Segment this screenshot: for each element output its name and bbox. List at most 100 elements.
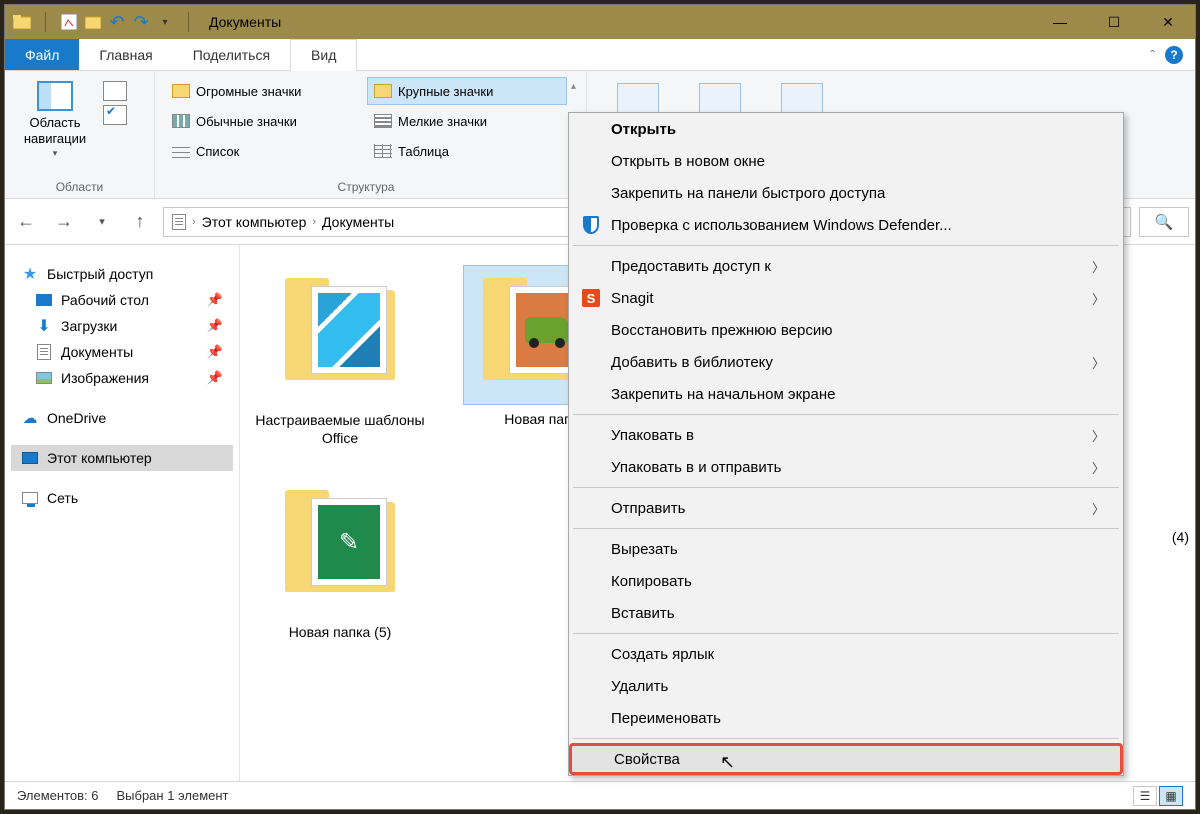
- separator: [573, 414, 1119, 415]
- ctx-snagit[interactable]: SSnagit〉: [569, 282, 1123, 314]
- desktop-icon: [36, 294, 52, 306]
- ctx-delete[interactable]: Удалить: [569, 670, 1123, 702]
- ctx-open[interactable]: Открыть: [569, 113, 1123, 145]
- ribbon-group-layout: Огромные значки Крупные значки Обычные з…: [155, 71, 587, 198]
- separator: [573, 528, 1119, 529]
- back-button[interactable]: ←: [11, 207, 41, 237]
- layout-label: Огромные значки: [196, 84, 301, 99]
- ctx-label: Проверка с использованием Windows Defend…: [611, 217, 952, 234]
- ctx-pack-send[interactable]: Упаковать в и отправить〉: [569, 451, 1123, 483]
- qat-dropdown-icon[interactable]: ▾: [156, 13, 174, 31]
- undo-icon[interactable]: ↶: [108, 13, 126, 31]
- separator: [573, 487, 1119, 488]
- sidebar-label: Рабочий стол: [61, 292, 149, 308]
- view-toggle: ☰ ▦: [1133, 786, 1183, 806]
- help-icon[interactable]: ?: [1165, 46, 1183, 64]
- folder-new-5[interactable]: ✎ Новая папка (5): [250, 477, 430, 641]
- sidebar-documents[interactable]: Документы📌: [11, 339, 233, 365]
- pin-icon: 📌: [207, 292, 223, 308]
- layout-list[interactable]: Список: [165, 137, 365, 165]
- view-details-button[interactable]: ☰: [1133, 786, 1157, 806]
- ctx-label: Отправить: [611, 500, 685, 517]
- navigation-pane-button[interactable]: Область навигации ▾: [15, 77, 95, 159]
- close-button[interactable]: ✕: [1141, 5, 1195, 39]
- chevron-right-icon: 〉: [1092, 426, 1105, 445]
- sidebar-label: Документы: [61, 344, 133, 360]
- preview-pane-icon[interactable]: [103, 81, 127, 101]
- layout-large-icons[interactable]: Крупные значки: [367, 77, 567, 105]
- folder-office-templates[interactable]: Настраиваемые шаблоны Office: [250, 265, 430, 447]
- ctx-rename[interactable]: Переименовать: [569, 702, 1123, 734]
- forward-button[interactable]: →: [49, 207, 79, 237]
- tab-share[interactable]: Поделиться: [173, 39, 290, 70]
- layout-medium-icons[interactable]: Обычные значки: [165, 107, 365, 135]
- ctx-pin-start[interactable]: Закрепить на начальном экране: [569, 378, 1123, 410]
- layout-label: Мелкие значки: [398, 114, 487, 129]
- ctx-label: Snagit: [611, 290, 654, 307]
- group-label-panes: Области: [15, 176, 144, 194]
- chevron-icon[interactable]: ›: [312, 216, 316, 228]
- ctx-send[interactable]: Отправить 〉: [569, 492, 1123, 524]
- chevron-right-icon: 〉: [1092, 353, 1105, 372]
- sidebar-downloads[interactable]: ⬇Загрузки📌: [11, 313, 233, 339]
- layout-huge-icons[interactable]: Огромные значки: [165, 77, 365, 105]
- sidebar-thispc[interactable]: Этот компьютер: [11, 445, 233, 471]
- sidebar-pictures[interactable]: Изображения📌: [11, 365, 233, 391]
- ctx-properties[interactable]: Свойства ↖: [569, 743, 1123, 775]
- group-label-layout: Структура: [165, 176, 567, 194]
- view-icons-button[interactable]: ▦: [1159, 786, 1183, 806]
- redo-icon[interactable]: ↷: [132, 13, 150, 31]
- collapse-ribbon-icon[interactable]: ˆ: [1150, 47, 1155, 63]
- ctx-copy[interactable]: Копировать: [569, 565, 1123, 597]
- ctx-label: Свойства: [614, 751, 680, 768]
- ctx-create-shortcut[interactable]: Создать ярлык: [569, 638, 1123, 670]
- separator: [573, 633, 1119, 634]
- ctx-label: Закрепить на панели быстрого доступа: [611, 185, 885, 202]
- snagit-icon: S: [581, 288, 601, 308]
- ctx-add-library[interactable]: Добавить в библиотеку〉: [569, 346, 1123, 378]
- chevron-icon[interactable]: ›: [192, 216, 196, 228]
- sidebar-quick-access[interactable]: ★Быстрый доступ: [11, 261, 233, 287]
- ctx-restore-version[interactable]: Восстановить прежнюю версию: [569, 314, 1123, 346]
- ctx-pack[interactable]: Упаковать в〉: [569, 419, 1123, 451]
- ctx-label: Предоставить доступ к: [611, 258, 771, 275]
- medium-icons-icon: [172, 114, 190, 128]
- tab-home[interactable]: Главная: [79, 39, 172, 70]
- ctx-paste[interactable]: Вставить: [569, 597, 1123, 629]
- crumb-documents[interactable]: Документы: [322, 214, 394, 230]
- ctx-label: Вставить: [611, 605, 675, 622]
- sidebar-network[interactable]: Сеть: [11, 485, 233, 511]
- ctx-cut[interactable]: Вырезать: [569, 533, 1123, 565]
- tab-view[interactable]: Вид: [290, 39, 357, 71]
- minimize-button[interactable]: —: [1033, 5, 1087, 39]
- properties-icon[interactable]: [60, 13, 78, 31]
- ribbon-tabs: Файл Главная Поделиться Вид ˆ ?: [5, 39, 1195, 71]
- folder-icon: [285, 290, 395, 380]
- ctx-label: Восстановить прежнюю версию: [611, 322, 832, 339]
- tab-file[interactable]: Файл: [5, 39, 79, 70]
- ctx-open-new-window[interactable]: Открыть в новом окне: [569, 145, 1123, 177]
- sidebar-onedrive[interactable]: ☁OneDrive: [11, 405, 233, 431]
- separator: [573, 245, 1119, 246]
- ctx-share-access[interactable]: Предоставить доступ к〉: [569, 250, 1123, 282]
- pictures-icon: [36, 372, 52, 384]
- recent-dropdown[interactable]: ▾: [87, 207, 117, 237]
- download-icon: ⬇: [35, 318, 53, 334]
- details-pane-icon[interactable]: [103, 105, 127, 125]
- new-folder-icon[interactable]: [84, 13, 102, 31]
- sidebar-desktop[interactable]: Рабочий стол 📌: [11, 287, 233, 313]
- search-input[interactable]: 🔍: [1139, 207, 1189, 237]
- ctx-pin-quick-access[interactable]: Закрепить на панели быстрого доступа: [569, 177, 1123, 209]
- crumb-thispc[interactable]: Этот компьютер: [202, 214, 307, 230]
- table-icon: [374, 144, 392, 158]
- layout-small-icons[interactable]: Мелкие значки: [367, 107, 567, 135]
- maximize-button[interactable]: ☐: [1087, 5, 1141, 39]
- chevron-right-icon: 〉: [1092, 499, 1105, 518]
- layout-table[interactable]: Таблица: [367, 137, 567, 165]
- chevron-right-icon: 〉: [1092, 458, 1105, 477]
- search-icon: 🔍: [1155, 213, 1174, 231]
- sidebar-label: Этот компьютер: [47, 450, 152, 466]
- up-button[interactable]: ↑: [125, 207, 155, 237]
- ctx-defender-scan[interactable]: Проверка с использованием Windows Defend…: [569, 209, 1123, 241]
- folder-label: Новая пап: [504, 411, 571, 427]
